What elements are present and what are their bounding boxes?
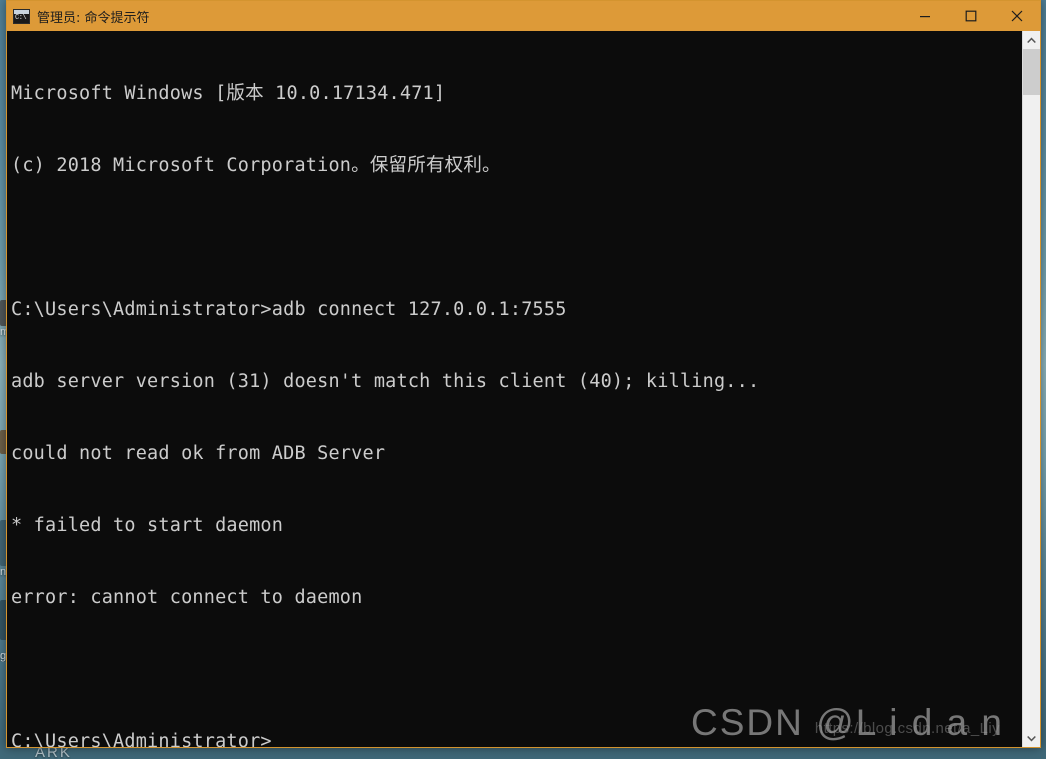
console-prompt-line: C:\Users\Administrator> [11,731,272,747]
console-line: Microsoft Windows [版本 10.0.17134.471] [11,83,446,104]
scrollbar-thumb[interactable] [1023,49,1040,95]
console-output[interactable]: Microsoft Windows [版本 10.0.17134.471] (c… [7,31,1022,747]
console-line: * failed to start daemon [11,515,284,536]
scroll-up-button[interactable] [1023,31,1040,49]
console-line: adb server version (31) doesn't match th… [11,371,760,392]
chevron-up-icon [1027,37,1036,43]
minimize-button[interactable] [902,1,948,31]
minimize-icon [920,16,930,18]
scroll-down-button[interactable] [1023,729,1040,747]
console-area[interactable]: Microsoft Windows [版本 10.0.17134.471] (c… [7,31,1040,747]
close-icon [1011,10,1023,22]
vertical-scrollbar[interactable] [1022,31,1040,747]
maximize-icon [965,10,977,22]
cmd-icon [13,8,30,24]
desktop-background: m ng g ARK 管理员: 命令提示符 [0,0,1046,759]
console-line: C:\Users\Administrator>adb connect 127.0… [11,299,567,320]
console-line: (c) 2018 Microsoft Corporation。保留所有权利。 [11,155,501,176]
close-button[interactable] [994,1,1040,31]
window-title-bar[interactable]: 管理员: 命令提示符 [7,1,1040,31]
window-title-text: 管理员: 命令提示符 [37,10,150,26]
maximize-button[interactable] [948,1,994,31]
chevron-down-icon [1027,735,1036,741]
scrollbar-track[interactable] [1023,49,1040,729]
window-controls [902,1,1040,31]
command-prompt-window[interactable]: 管理员: 命令提示符 [6,0,1041,748]
console-line: could not read ok from ADB Server [11,443,386,464]
console-line: error: cannot connect to daemon [11,587,363,608]
